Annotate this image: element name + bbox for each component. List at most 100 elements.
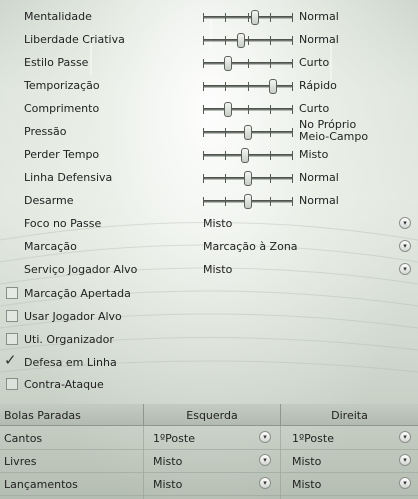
slider-value: Normal: [299, 171, 339, 184]
slider-tick: [292, 151, 293, 160]
tactic-slider[interactable]: [203, 10, 293, 25]
tactic-slider[interactable]: [203, 33, 293, 48]
header-left: Esquerda: [143, 404, 280, 426]
slider-row: Pressão No Próprio Meio-Campo: [0, 119, 418, 143]
slider-thumb[interactable]: [224, 56, 232, 71]
slider-tick: [270, 105, 271, 114]
slider-tick: [292, 128, 293, 137]
slider-tick: [248, 105, 249, 114]
dropdown-value[interactable]: Misto: [203, 263, 232, 276]
slider-value: Curto: [299, 56, 330, 69]
slider-tick: [225, 174, 226, 183]
slider-label: Liberdade Criativa: [24, 33, 125, 46]
slider-value: Rápido: [299, 79, 337, 92]
slider-tick: [270, 197, 271, 206]
checkbox-label: Usar Jogador Alvo: [24, 310, 122, 323]
slider-tick: [203, 13, 204, 22]
tactic-slider[interactable]: [203, 125, 293, 140]
chevron-down-icon[interactable]: ▾: [399, 217, 411, 229]
slider-thumb[interactable]: [269, 79, 277, 94]
slider-tick: [292, 36, 293, 45]
chevron-down-icon[interactable]: ▾: [259, 477, 271, 489]
checkbox[interactable]: [6, 310, 18, 322]
slider-tick: [292, 82, 293, 91]
tactic-slider[interactable]: [203, 102, 293, 117]
checkbox-row[interactable]: Uti. Organizador: [0, 329, 418, 351]
tactic-slider[interactable]: [203, 56, 293, 71]
checkbox-row[interactable]: Contra-Ataque: [0, 374, 418, 396]
slider-tick: [225, 151, 226, 160]
slider-label: Mentalidade: [24, 10, 92, 23]
checkbox[interactable]: [6, 378, 18, 390]
slider-label: Estilo Passe: [24, 56, 89, 69]
slider-tick: [225, 128, 226, 137]
dropdown-row: Marcação Marcação à Zona ▾: [0, 236, 418, 258]
slider-tick: [292, 59, 293, 68]
slider-tick: [203, 197, 204, 206]
slider-tick: [203, 36, 204, 45]
slider-row: Liberdade Criativa Normal: [0, 29, 418, 51]
slider-thumb[interactable]: [241, 148, 249, 163]
slider-tick: [203, 59, 204, 68]
slider-thumb[interactable]: [251, 10, 259, 25]
slider-value: Normal: [299, 10, 339, 23]
slider-row: Estilo Passe Curto: [0, 52, 418, 74]
chevron-down-icon[interactable]: ▾: [259, 431, 271, 443]
slider-label: Linha Defensiva: [24, 171, 113, 184]
checkbox-row[interactable]: Marcação Apertada: [0, 283, 418, 305]
slider-tick: [270, 151, 271, 160]
tactic-slider[interactable]: [203, 194, 293, 209]
set-pieces-header: Bolas Paradas Esquerda Direita: [0, 404, 418, 426]
checkbox[interactable]: [6, 287, 18, 299]
slider-row: Comprimento Curto: [0, 98, 418, 120]
slider-tick: [203, 82, 204, 91]
slider-tick: [248, 13, 249, 22]
set-piece-label: Livres: [4, 455, 37, 468]
left-select-value[interactable]: 1ºPoste: [153, 432, 195, 445]
slider-tick: [292, 197, 293, 206]
slider-thumb[interactable]: [244, 171, 252, 186]
slider-tick: [248, 59, 249, 68]
chevron-down-icon[interactable]: ▾: [399, 431, 411, 443]
dropdown-value[interactable]: Marcação à Zona: [203, 240, 298, 253]
tactic-slider[interactable]: [203, 171, 293, 186]
dropdown-value[interactable]: Misto: [203, 217, 232, 230]
slider-thumb[interactable]: [237, 33, 245, 48]
tactic-slider[interactable]: [203, 148, 293, 163]
slider-value: No Próprio Meio-Campo: [299, 119, 369, 143]
checkbox-row[interactable]: ✓ Defesa em Linha: [0, 352, 418, 374]
tactic-slider[interactable]: [203, 79, 293, 94]
slider-thumb[interactable]: [244, 125, 252, 140]
table-row: Lançamentos Misto ▾ Misto ▾: [0, 473, 418, 496]
dropdown-row: Serviço Jogador Alvo Misto ▾: [0, 259, 418, 281]
left-select-value[interactable]: Misto: [153, 455, 182, 468]
header-set-pieces: Bolas Paradas: [4, 409, 81, 422]
right-select-value[interactable]: Misto: [292, 478, 321, 491]
left-select-value[interactable]: Misto: [153, 478, 182, 491]
slider-row: Perder Tempo Misto: [0, 144, 418, 166]
chevron-down-icon[interactable]: ▾: [399, 263, 411, 275]
chevron-down-icon[interactable]: ▾: [399, 240, 411, 252]
right-select-value[interactable]: Misto: [292, 455, 321, 468]
right-select-value[interactable]: 1ºPoste: [292, 432, 334, 445]
slider-value: Curto: [299, 102, 330, 115]
checkbox-label: Defesa em Linha: [24, 356, 117, 369]
slider-tick: [270, 174, 271, 183]
chevron-down-icon[interactable]: ▾: [399, 454, 411, 466]
slider-label: Temporização: [24, 79, 100, 92]
header-right: Direita: [280, 404, 418, 426]
slider-tick: [292, 105, 293, 114]
slider-tick: [225, 197, 226, 206]
checkbox-label: Uti. Organizador: [24, 333, 114, 346]
checkbox[interactable]: [6, 333, 18, 345]
set-piece-label: Cantos: [4, 432, 43, 445]
slider-thumb[interactable]: [224, 102, 232, 117]
chevron-down-icon[interactable]: ▾: [399, 477, 411, 489]
slider-thumb[interactable]: [244, 194, 252, 209]
checkbox-row[interactable]: Usar Jogador Alvo: [0, 306, 418, 328]
checkmark-icon[interactable]: ✓: [4, 353, 17, 368]
chevron-down-icon[interactable]: ▾: [259, 454, 271, 466]
slider-tick: [225, 82, 226, 91]
slider-tick: [203, 128, 204, 137]
slider-label: Desarme: [24, 194, 74, 207]
